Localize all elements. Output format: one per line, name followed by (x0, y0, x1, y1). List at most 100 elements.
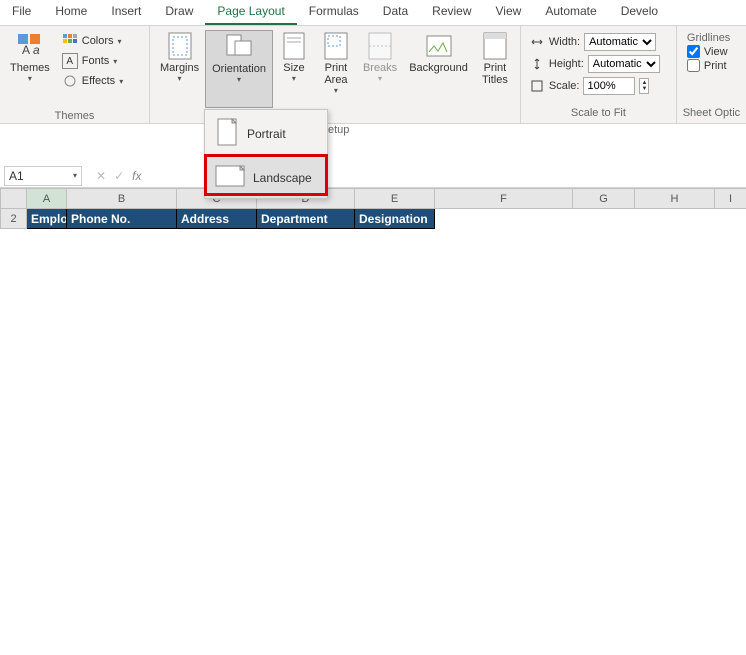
column-header[interactable]: B (67, 189, 177, 209)
table-header-cell[interactable]: Address (177, 209, 257, 229)
group-themes-label: Themes (4, 108, 145, 124)
effects-icon (62, 73, 78, 89)
landscape-label: Landscape (253, 171, 312, 185)
chevron-down-icon: ▾ (73, 171, 77, 180)
chevron-down-icon: ▾ (292, 74, 296, 83)
background-label: Background (409, 62, 468, 74)
fx-icon[interactable]: fx (132, 169, 141, 183)
width-select[interactable]: Automatic (584, 33, 656, 51)
breaks-label: Breaks (363, 62, 397, 74)
print-area-label: Print Area (324, 62, 347, 86)
group-sheet-options: Gridlines View Print Sheet Optic (677, 26, 746, 123)
orientation-landscape[interactable]: Landscape (205, 157, 327, 198)
column-header[interactable]: G (573, 189, 635, 209)
row-header[interactable]: 2 (1, 209, 27, 229)
formula-bar-area: A1▾ ✕ ✓ fx (0, 164, 746, 188)
formula-bar[interactable]: ✕ ✓ fx (86, 169, 141, 183)
ribbon-tabs: File Home Insert Draw Page Layout Formul… (0, 0, 746, 26)
chevron-down-icon: ▾ (334, 86, 338, 95)
fonts-button[interactable]: A Fonts ▾ (60, 52, 125, 70)
height-select[interactable]: Automatic (588, 55, 660, 73)
table-header-cell[interactable]: Employee Name (27, 209, 67, 229)
tab-automate[interactable]: Automate (533, 0, 608, 25)
tab-home[interactable]: Home (43, 0, 99, 25)
height-label: Height: (549, 58, 584, 70)
group-themes: Aa Themes ▾ Colors ▾ A Fonts ▾ (0, 26, 150, 123)
chevron-down-icon: ▾ (237, 75, 241, 84)
themes-button[interactable]: Aa Themes ▾ (4, 30, 56, 108)
chevron-down-icon: ▾ (118, 37, 122, 46)
margins-label: Margins (160, 62, 199, 74)
column-header[interactable]: E (355, 189, 435, 209)
effects-button[interactable]: Effects ▾ (60, 72, 125, 90)
orientation-button[interactable]: Orientation ▾ (205, 30, 273, 108)
scale-label: Scale: (549, 80, 580, 92)
colors-icon (62, 33, 78, 49)
fonts-icon: A (62, 53, 78, 69)
background-icon (425, 32, 453, 60)
margins-button[interactable]: Margins ▾ (154, 30, 205, 108)
spreadsheet[interactable]: ABCDEFGHI 2Employee NamePhone No.Address… (0, 188, 746, 229)
ribbon: Aa Themes ▾ Colors ▾ A Fonts ▾ (0, 26, 746, 124)
table-header-cell[interactable]: Designation (355, 209, 435, 229)
tab-developer[interactable]: Develo (609, 0, 670, 25)
tab-review[interactable]: Review (420, 0, 483, 25)
tab-view[interactable]: View (484, 0, 534, 25)
print-titles-button[interactable]: Print Titles (474, 30, 516, 108)
gridlines-view-checkbox[interactable]: View (687, 45, 730, 58)
tab-draw[interactable]: Draw (153, 0, 205, 25)
chevron-down-icon: ▾ (113, 57, 117, 66)
print-titles-icon (481, 32, 509, 60)
table-header-cell[interactable]: Phone No. (67, 209, 177, 229)
colors-button[interactable]: Colors ▾ (60, 32, 125, 50)
portrait-label: Portrait (247, 127, 286, 141)
column-header[interactable]: I (715, 189, 746, 209)
orientation-label: Orientation (212, 63, 266, 75)
chevron-down-icon: ▾ (178, 74, 182, 83)
table-header-cell[interactable]: Department (257, 209, 355, 229)
themes-label: Themes (10, 62, 50, 74)
scale-input[interactable] (583, 77, 635, 95)
tab-insert[interactable]: Insert (99, 0, 153, 25)
orientation-icon (225, 33, 253, 61)
name-box[interactable]: A1▾ (4, 166, 82, 186)
column-header[interactable]: F (435, 189, 573, 209)
tab-data[interactable]: Data (371, 0, 420, 25)
orientation-menu: Portrait Landscape (204, 109, 328, 199)
size-label: Size (283, 62, 304, 74)
svg-text:a: a (33, 43, 40, 57)
confirm-icon[interactable]: ✓ (114, 169, 124, 183)
print-titles-label: Print Titles (482, 62, 508, 86)
effects-label: Effects (82, 75, 115, 87)
select-all-corner[interactable] (1, 189, 27, 209)
themes-icon: Aa (16, 32, 44, 60)
print-area-icon (322, 32, 350, 60)
tab-formulas[interactable]: Formulas (297, 0, 371, 25)
background-button[interactable]: Background (403, 30, 474, 108)
gridlines-print-checkbox[interactable]: Print (687, 59, 730, 72)
page-setup-label-fragment: etup (328, 124, 349, 136)
column-header[interactable]: H (635, 189, 715, 209)
size-button[interactable]: Size ▾ (273, 30, 315, 108)
colors-label: Colors (82, 35, 114, 47)
group-scale-label: Scale to Fit (525, 105, 672, 123)
breaks-button[interactable]: Breaks ▾ (357, 30, 403, 108)
group-sheet-label: Sheet Optic (681, 105, 742, 123)
tab-file[interactable]: File (0, 0, 43, 25)
group-scale-to-fit: Width: Automatic Height: Automatic Scale… (521, 26, 677, 123)
chevron-down-icon: ▾ (28, 74, 32, 83)
portrait-icon (215, 118, 239, 149)
width-label: Width: (549, 36, 580, 48)
breaks-icon (366, 32, 394, 60)
width-icon (529, 34, 545, 50)
cancel-icon[interactable]: ✕ (96, 169, 106, 183)
print-area-button[interactable]: Print Area ▾ (315, 30, 357, 108)
margins-icon (166, 32, 194, 60)
orientation-portrait[interactable]: Portrait (205, 110, 327, 157)
spinner-icon[interactable]: ▲▼ (639, 78, 649, 94)
column-headers[interactable]: ABCDEFGHI (1, 189, 746, 209)
column-header[interactable]: A (27, 189, 67, 209)
tab-page-layout[interactable]: Page Layout (205, 0, 296, 25)
chevron-down-icon: ▾ (119, 77, 123, 86)
size-icon (280, 32, 308, 60)
